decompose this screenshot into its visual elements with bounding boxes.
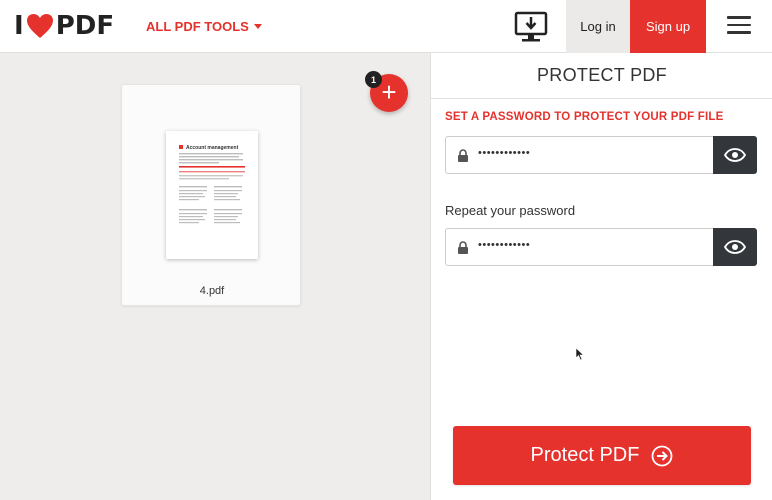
ilovepdf-logo[interactable]: I PDF — [14, 11, 114, 41]
show-repeat-password-button[interactable] — [713, 228, 757, 266]
hamburger-line — [727, 16, 751, 19]
plus-icon: + — [381, 77, 397, 107]
login-button[interactable]: Log in — [566, 0, 630, 53]
panel-subtitle: SET A PASSWORD TO PROTECT YOUR PDF FILE — [445, 111, 724, 123]
heart-icon — [26, 14, 53, 38]
mouse-cursor-icon — [575, 347, 585, 361]
desktop-download-icon[interactable] — [514, 11, 548, 43]
lock-icon — [458, 149, 468, 162]
logo-text-pdf: PDF — [55, 11, 115, 41]
top-header: I PDF ALL PDF TOOLS Log in Sign up — [0, 0, 772, 53]
pdf-preview-page: Account management — [179, 145, 245, 224]
all-pdf-tools-menu[interactable]: ALL PDF TOOLS — [146, 19, 262, 34]
hamburger-line — [727, 23, 751, 26]
password-value: •••••••••••• — [478, 147, 531, 159]
hamburger-menu-icon[interactable] — [727, 16, 751, 36]
show-password-button[interactable] — [713, 136, 757, 174]
tools-menu-label: ALL PDF TOOLS — [146, 19, 249, 34]
protect-options-panel: PROTECT PDF SET A PASSWORD TO PROTECT YO… — [430, 53, 772, 500]
repeat-password-field[interactable]: •••••••••••• — [445, 228, 757, 266]
lock-icon — [458, 241, 468, 254]
caret-down-icon — [253, 24, 262, 29]
hamburger-line — [727, 31, 751, 34]
arrow-right-circle-icon — [652, 445, 673, 466]
password-field[interactable]: •••••••••••• — [445, 136, 757, 174]
protect-pdf-label: Protect PDF — [530, 444, 640, 466]
file-name: 4.pdf — [199, 285, 225, 297]
protect-pdf-button[interactable]: Protect PDF — [453, 426, 751, 485]
eye-icon — [724, 240, 746, 254]
file-card[interactable]: Account management 4.pdf — [121, 84, 301, 306]
logo-letter-i: I — [14, 11, 24, 41]
signup-button[interactable]: Sign up — [630, 0, 706, 53]
eye-icon — [724, 148, 746, 162]
pdf-preview-thumbnail: Account management — [166, 131, 258, 259]
repeat-password-value: •••••••••••• — [478, 239, 531, 251]
file-count-badge: 1 — [365, 71, 382, 88]
repeat-password-label: Repeat your password — [445, 203, 576, 218]
panel-title: PROTECT PDF — [431, 53, 772, 99]
preview-heading: Account management — [186, 145, 239, 151]
